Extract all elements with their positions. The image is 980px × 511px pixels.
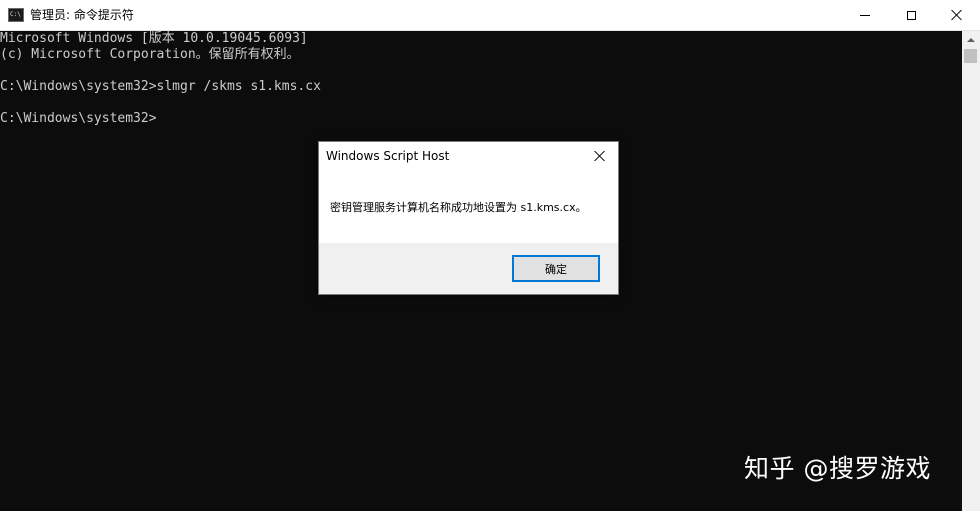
window-title: 管理员: 命令提示符: [30, 8, 134, 22]
minimize-button[interactable]: [842, 0, 888, 30]
dialog-message: 密钥管理服务计算机名称成功地设置为 s1.kms.cx。: [330, 201, 587, 214]
ok-button[interactable]: 确定: [512, 255, 600, 282]
watermark: 知乎 @搜罗游戏: [744, 454, 931, 483]
vertical-scrollbar[interactable]: [962, 31, 980, 511]
dialog-title: Windows Script Host: [326, 149, 450, 163]
close-icon: [594, 150, 606, 162]
console-line: Microsoft Windows [版本 10.0.19045.6093]: [0, 31, 308, 46]
maximize-icon: [906, 10, 916, 20]
console-line: (c) Microsoft Corporation。保留所有权利。: [0, 47, 300, 62]
maximize-button[interactable]: [888, 0, 934, 30]
console-prompt-line: C:\Windows\system32>: [0, 111, 157, 126]
title-bar[interactable]: 管理员: 命令提示符: [0, 0, 980, 31]
cmd-icon: [8, 8, 24, 22]
scroll-up-icon[interactable]: [962, 31, 980, 48]
close-button[interactable]: [934, 0, 980, 30]
dialog-footer: 确定: [319, 243, 618, 294]
console-line: C:\Windows\system32>slmgr /skms s1.kms.c…: [0, 79, 321, 94]
close-icon: [951, 9, 963, 21]
scroll-thumb[interactable]: [964, 49, 977, 63]
script-host-dialog: Windows Script Host 密钥管理服务计算机名称成功地设置为 s1…: [318, 141, 619, 295]
command-prompt-window: 管理员: 命令提示符 Microsoft Windows [版本 10.0.19…: [0, 0, 980, 511]
minimize-icon: [860, 14, 870, 16]
dialog-close-button[interactable]: [587, 145, 613, 167]
